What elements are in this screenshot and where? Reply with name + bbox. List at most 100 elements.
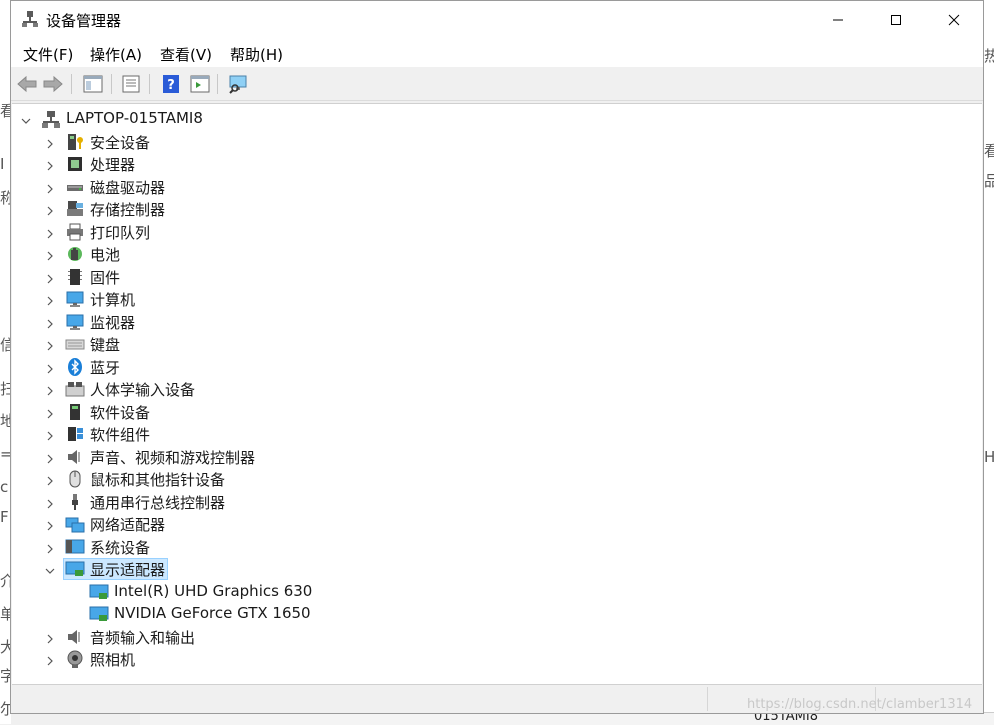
- chevron-right-icon[interactable]: [45, 519, 55, 531]
- tree-category[interactable]: 磁盘驱动器: [12, 176, 972, 198]
- tree-item-label: 安全设备: [90, 133, 151, 152]
- toolbar-separator: [217, 74, 218, 94]
- chevron-right-icon[interactable]: [45, 474, 55, 486]
- background-text-fragment: 品: [984, 172, 994, 190]
- tree-category[interactable]: 软件设备: [12, 401, 972, 423]
- bluetooth-icon: [65, 357, 85, 377]
- tree-category[interactable]: 网络适配器: [12, 513, 972, 535]
- tree-item-label: LAPTOP-015TAMI8: [66, 109, 203, 127]
- close-icon: [948, 14, 960, 26]
- chevron-right-icon[interactable]: [45, 294, 55, 306]
- computer-icon: [65, 289, 85, 309]
- tree-item-label: 显示适配器: [90, 561, 166, 579]
- mouse-icon: [65, 469, 85, 489]
- tree-category[interactable]: 存储控制器: [12, 198, 972, 220]
- chevron-right-icon[interactable]: [45, 317, 55, 328]
- tree-item-label: 键盘: [90, 336, 121, 354]
- tree-item-label: 人体学输入设备: [90, 381, 196, 399]
- tree-category[interactable]: 蓝牙: [12, 356, 972, 378]
- menu-help[interactable]: 帮助(H): [230, 44, 283, 65]
- tree-category[interactable]: 软件组件: [12, 423, 972, 445]
- tree-category[interactable]: 系统设备: [12, 536, 972, 558]
- chevron-right-icon[interactable]: [45, 339, 55, 351]
- chevron-right-icon[interactable]: [45, 407, 55, 418]
- svg-text:?: ?: [167, 78, 175, 93]
- show-hide-console-tree-button[interactable]: [81, 72, 105, 96]
- menu-bar: 文件(F) 操作(A) 查看(V) 帮助(H): [11, 39, 983, 67]
- chevron-right-icon[interactable]: [45, 542, 55, 553]
- tree-category[interactable]: 键盘: [12, 333, 972, 355]
- tree-device[interactable]: NVIDIA GeForce GTX 1650: [12, 603, 972, 625]
- background-text-fragment: c: [0, 478, 9, 496]
- tree-category[interactable]: 电池: [12, 243, 972, 265]
- tree-item-label: 磁盘驱动器: [90, 178, 166, 197]
- action-pane-button[interactable]: [188, 72, 212, 96]
- tree-category[interactable]: 人体学输入设备: [12, 378, 972, 400]
- tree-root[interactable]: LAPTOP-015TAMI8: [12, 108, 972, 130]
- help-button[interactable]: ?: [159, 72, 183, 96]
- forward-button[interactable]: [41, 72, 65, 96]
- menu-view[interactable]: 查看(V): [160, 44, 212, 65]
- hid-icon: [65, 379, 85, 399]
- tree-category[interactable]: 鼠标和其他指针设备: [12, 468, 972, 490]
- keyboard-icon: [65, 334, 85, 354]
- background-text-fragment: 热: [984, 47, 994, 65]
- tree-item-label: 软件设备: [90, 403, 151, 422]
- scan-hardware-button[interactable]: [227, 72, 251, 96]
- tree-category[interactable]: 安全设备: [12, 131, 972, 153]
- tree-category[interactable]: 显示适配器: [12, 558, 972, 580]
- menu-file[interactable]: 文件(F): [23, 44, 73, 65]
- chevron-right-icon[interactable]: [45, 227, 55, 238]
- background-text-fragment: I: [0, 155, 5, 173]
- tree-device[interactable]: Intel(R) UHD Graphics 630: [12, 581, 972, 603]
- maximize-button[interactable]: [867, 1, 925, 39]
- chevron-right-icon[interactable]: [45, 654, 55, 666]
- tree-category[interactable]: 通用串行总线控制器: [12, 491, 972, 513]
- chevron-right-icon[interactable]: [45, 272, 55, 283]
- chevron-right-icon[interactable]: [45, 204, 55, 216]
- usb-icon: [65, 492, 85, 512]
- tree-category[interactable]: 音频输入和输出: [12, 626, 972, 648]
- tree-category[interactable]: 打印队列: [12, 221, 972, 243]
- chevron-right-icon[interactable]: [45, 384, 55, 396]
- chevron-down-icon[interactable]: [21, 114, 31, 124]
- chevron-right-icon[interactable]: [45, 497, 55, 508]
- close-button[interactable]: [925, 1, 983, 39]
- tree-item-label: 照相机: [90, 651, 136, 669]
- chevron-right-icon[interactable]: [45, 632, 55, 643]
- tree-category[interactable]: 固件: [12, 266, 972, 288]
- tree-item-label: 音频输入和输出: [90, 628, 196, 647]
- forward-arrow-icon: [43, 75, 63, 93]
- tree-item-label: 计算机: [90, 291, 136, 309]
- tree-category[interactable]: 计算机: [12, 288, 972, 310]
- title-bar[interactable]: 设备管理器: [11, 1, 983, 39]
- sound-icon: [65, 447, 85, 467]
- monitor-icon: [65, 312, 85, 332]
- gpu-device-icon: [89, 582, 109, 602]
- tree-item-label: 处理器: [90, 156, 136, 174]
- back-button[interactable]: [15, 72, 39, 96]
- tree-category[interactable]: 声音、视频和游戏控制器: [12, 446, 972, 468]
- chevron-right-icon[interactable]: [45, 159, 55, 171]
- properties-button[interactable]: [119, 72, 143, 96]
- chevron-right-icon[interactable]: [45, 182, 55, 193]
- firmware-icon: [65, 267, 85, 287]
- chevron-right-icon[interactable]: [45, 452, 55, 463]
- tree-category[interactable]: 监视器: [12, 311, 972, 333]
- battery-icon: [65, 244, 85, 264]
- chevron-down-icon[interactable]: [45, 564, 55, 574]
- background-text-fragment: 看: [984, 142, 994, 160]
- chevron-right-icon[interactable]: [45, 249, 55, 261]
- minimize-button[interactable]: [809, 1, 867, 39]
- processor-icon: [65, 154, 85, 174]
- toolbar-separator: [149, 74, 150, 94]
- chevron-right-icon[interactable]: [45, 362, 55, 373]
- software-component-icon: [65, 424, 85, 444]
- tree-category[interactable]: 处理器: [12, 153, 972, 175]
- chevron-right-icon[interactable]: [45, 429, 55, 441]
- status-separator: [707, 687, 708, 711]
- chevron-right-icon[interactable]: [45, 137, 55, 148]
- menu-action[interactable]: 操作(A): [90, 44, 142, 65]
- device-manager-window: 设备管理器 文件(F) 操作(A) 查看(V) 帮助(H) ? LAPTOP-0…: [10, 0, 984, 714]
- tree-category[interactable]: 照相机: [12, 648, 972, 670]
